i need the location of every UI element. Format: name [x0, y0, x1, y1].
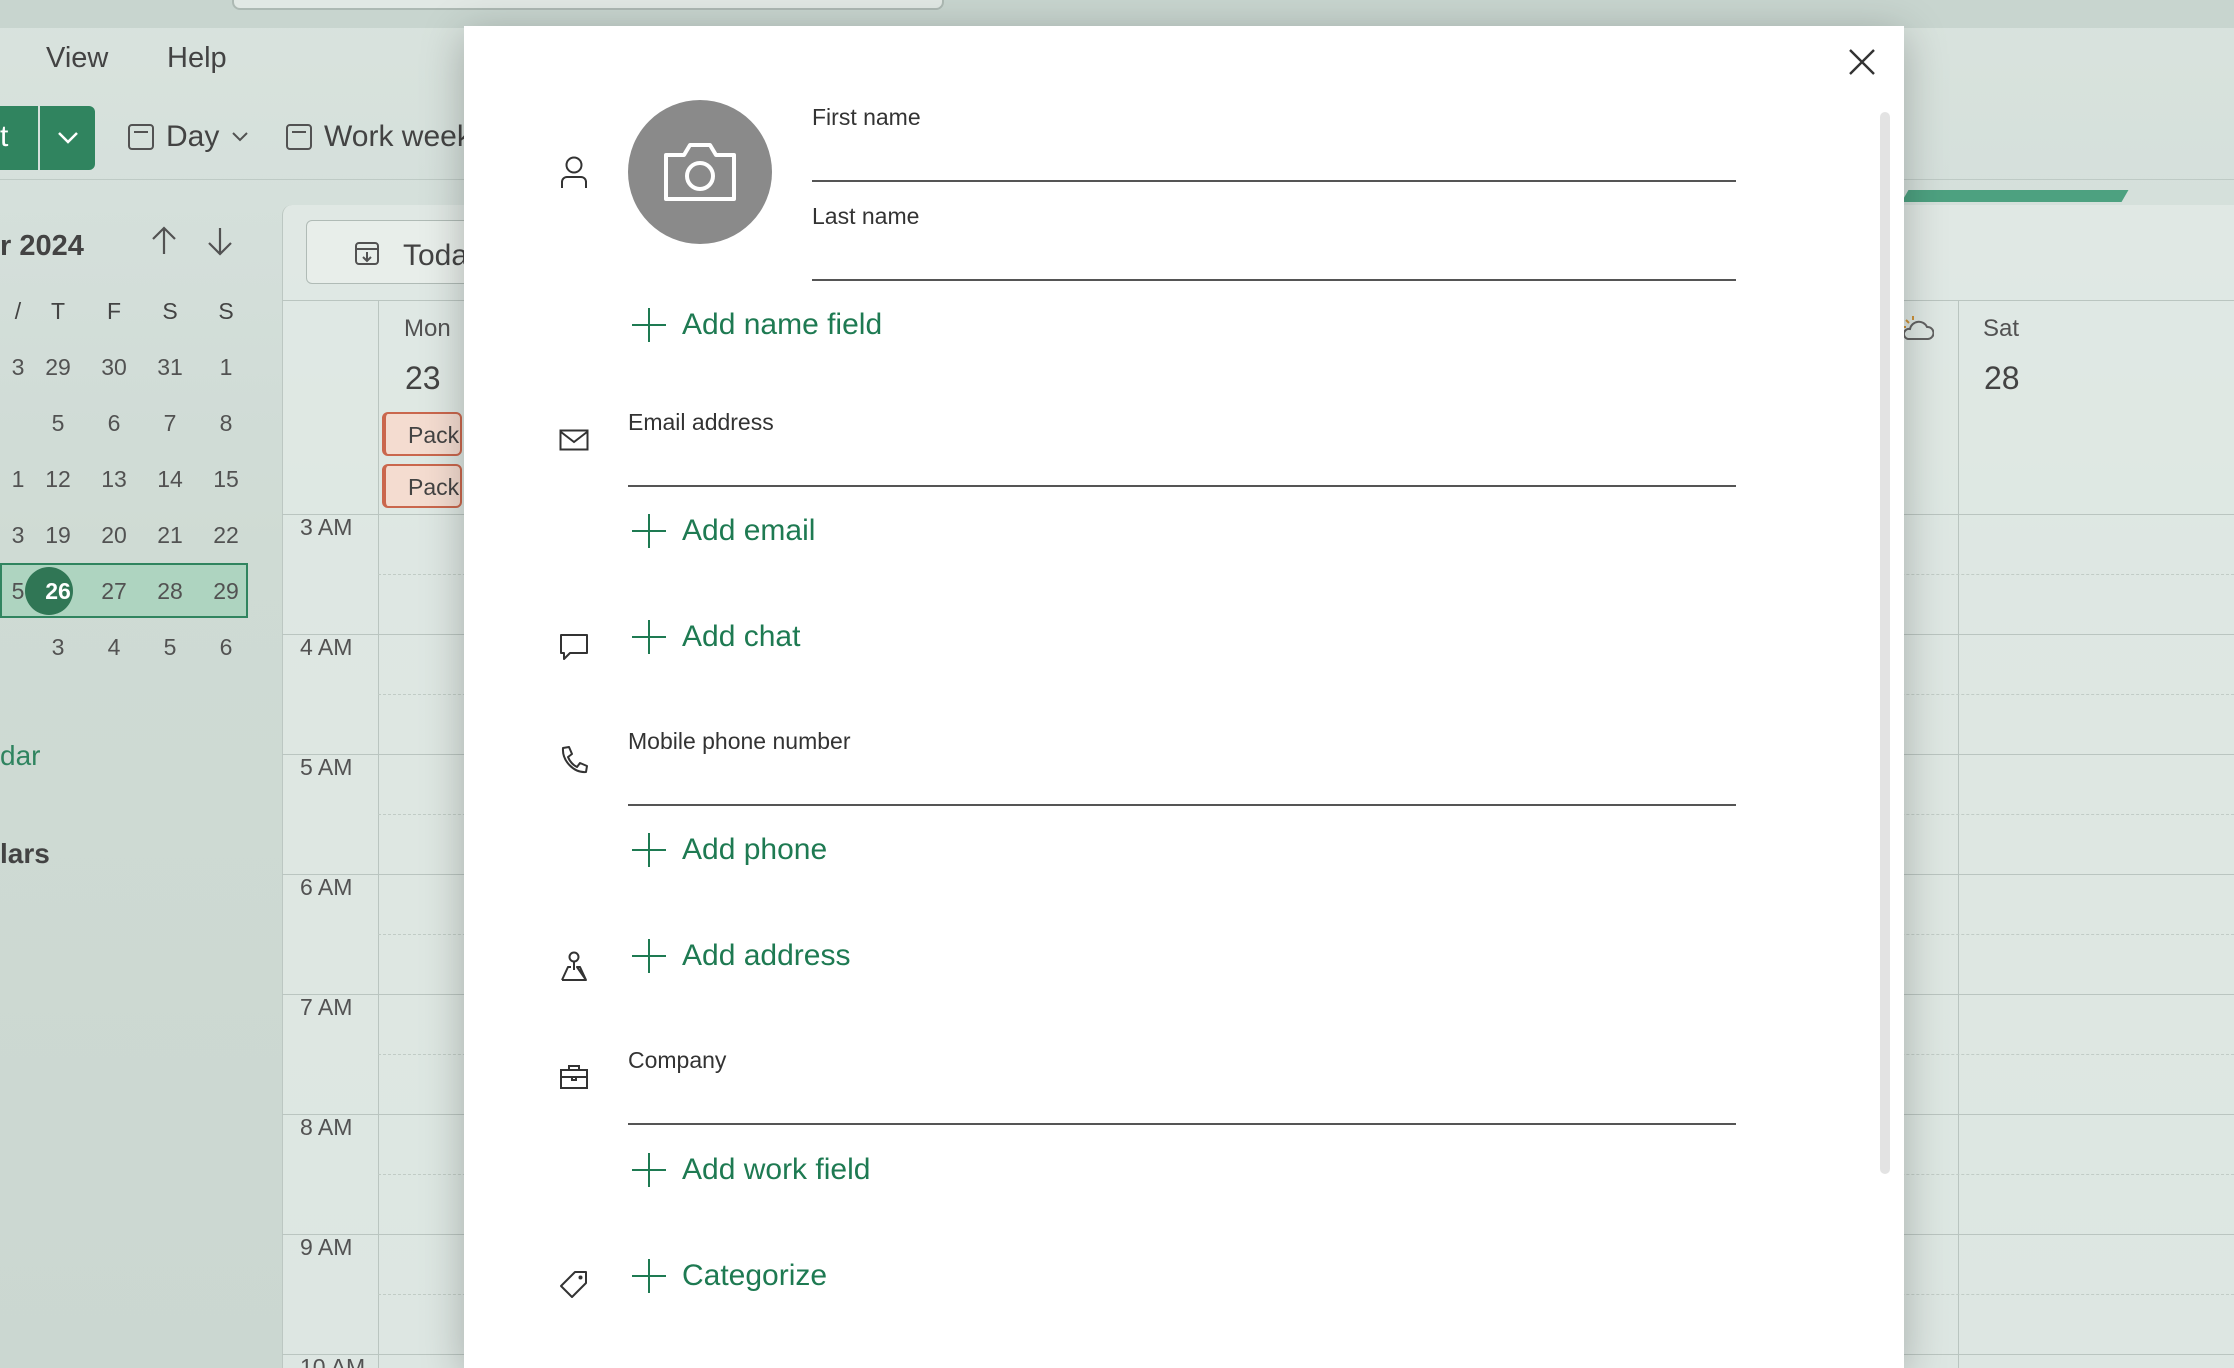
plus-icon: [632, 939, 666, 973]
categorize-label: Categorize: [682, 1259, 828, 1292]
map-pin-icon: [554, 946, 594, 986]
close-button[interactable]: [1840, 40, 1884, 84]
first-name-label: First name: [812, 104, 921, 130]
plus-icon: [632, 833, 666, 867]
add-email-label: Add email: [682, 514, 816, 547]
email-field[interactable]: [628, 447, 1736, 487]
camera-icon: [664, 143, 736, 201]
add-name-field-label: Add name field: [682, 308, 883, 341]
add-email-button[interactable]: Add email: [632, 514, 815, 548]
plus-icon: [632, 514, 666, 548]
plus-icon: [632, 620, 666, 654]
mail-icon: [554, 420, 594, 460]
email-label: Email address: [628, 409, 774, 435]
add-phone-button[interactable]: Add phone: [632, 833, 827, 867]
categorize-button[interactable]: Categorize: [632, 1259, 827, 1293]
add-photo-button[interactable]: [628, 100, 772, 244]
mobile-phone-label: Mobile phone number: [628, 728, 851, 754]
add-address-button[interactable]: Add address: [632, 939, 850, 973]
plus-icon: [632, 1259, 666, 1293]
tag-icon: [554, 1264, 594, 1304]
first-name-field[interactable]: [812, 142, 1736, 182]
plus-icon: [632, 1153, 666, 1187]
add-address-label: Add address: [682, 939, 851, 972]
add-chat-button[interactable]: Add chat: [632, 620, 800, 654]
company-field[interactable]: [628, 1085, 1736, 1125]
person-icon: [554, 152, 594, 192]
close-icon: [1849, 49, 1875, 75]
add-work-field-label: Add work field: [682, 1153, 871, 1186]
chat-icon: [554, 627, 594, 667]
mobile-phone-field[interactable]: [628, 766, 1736, 806]
company-label: Company: [628, 1047, 727, 1073]
last-name-field[interactable]: [812, 241, 1736, 281]
briefcase-icon: [554, 1057, 594, 1097]
last-name-label: Last name: [812, 203, 920, 229]
add-phone-label: Add phone: [682, 833, 828, 866]
dialog-scrollbar[interactable]: [1880, 112, 1890, 1174]
phone-icon: [554, 740, 594, 780]
add-name-field-button[interactable]: Add name field: [632, 308, 882, 342]
plus-icon: [632, 308, 666, 342]
add-chat-label: Add chat: [682, 620, 801, 653]
add-work-field-button[interactable]: Add work field: [632, 1153, 870, 1187]
